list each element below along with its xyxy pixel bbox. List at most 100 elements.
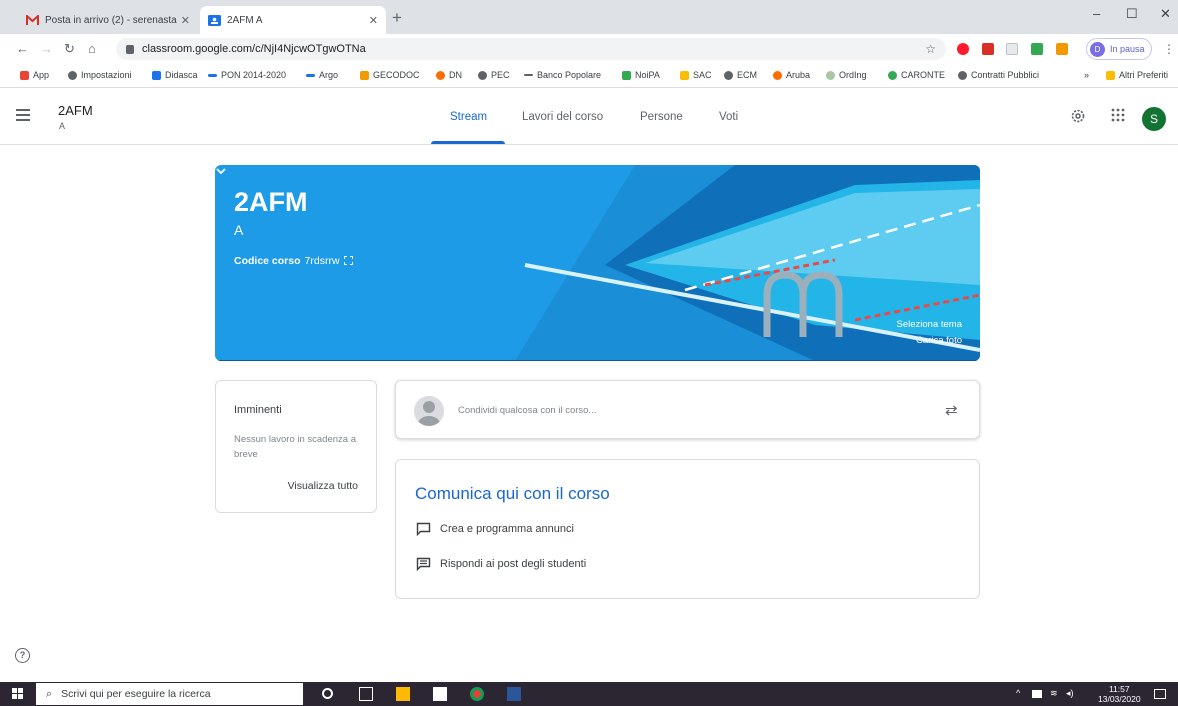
star-icon[interactable]: ☆ <box>925 42 936 56</box>
home-icon[interactable]: ⌂ <box>88 41 96 56</box>
windows-taskbar: ⌕ Scrivi qui per eseguire la ricerca ^ ≋… <box>0 682 1178 706</box>
bookmark-dn[interactable]: DN <box>436 70 462 80</box>
bookmark-impostazioni[interactable]: Impostazioni <box>68 70 132 80</box>
bookmark-banco-popolare[interactable]: Banco Popolare <box>524 70 601 80</box>
plus-icon <box>773 70 782 80</box>
banner-section: A <box>234 222 244 238</box>
cortana-icon[interactable] <box>322 688 333 699</box>
chevron-down-icon[interactable] <box>215 165 227 177</box>
extension-green-icon[interactable] <box>1031 43 1043 55</box>
course-banner: 2AFM A Codice corso 7rdsrrw Seleziona tem… <box>215 165 980 361</box>
bookmarks-bar: App Impostazioni Didasca PON 2014-2020 A… <box>0 64 1178 88</box>
taskbar-clock[interactable]: 11:57 13/03/2020 <box>1098 684 1141 704</box>
repost-icon[interactable]: ⇄ <box>945 401 958 419</box>
share-box[interactable]: Condividi qualcosa con il corso... ⇄ <box>395 380 980 439</box>
bookmark-aruba[interactable]: Aruba <box>773 70 810 80</box>
share-placeholder: Condividi qualcosa con il corso... <box>458 405 597 416</box>
bookmark-pon[interactable]: PON 2014-2020 <box>208 70 286 80</box>
minimize-button[interactable]: – <box>1093 6 1100 21</box>
hamburger-menu-icon[interactable] <box>16 109 30 124</box>
upcoming-title: Imminenti <box>234 404 282 416</box>
opera-icon[interactable] <box>957 43 969 55</box>
bookmark-gecodoc[interactable]: GECODOC <box>360 70 420 80</box>
file-explorer-icon[interactable] <box>396 687 410 701</box>
pon-icon <box>208 73 217 77</box>
globe-icon <box>724 70 733 80</box>
caronte-icon <box>888 70 897 80</box>
tab-voti[interactable]: Voti <box>719 111 738 123</box>
volume-icon[interactable]: ◂) <box>1066 688 1074 699</box>
taskbar-search[interactable]: ⌕ Scrivi qui per eseguire la ricerca <box>36 683 303 705</box>
close-tab-icon[interactable]: ✕ <box>369 14 378 27</box>
tab-title: 2AFM A <box>227 14 263 26</box>
comment-icon <box>416 557 431 571</box>
url-bar[interactable]: classroom.google.com/c/NjI4NjcwOTgwOTNa … <box>116 38 946 60</box>
task-view-icon[interactable] <box>359 687 373 701</box>
select-theme-link[interactable]: Seleziona tema <box>897 319 962 330</box>
classroom-icon <box>208 14 221 26</box>
close-window-button[interactable]: ✕ <box>1160 6 1171 22</box>
globe-icon <box>68 70 77 80</box>
word-icon[interactable] <box>507 687 521 701</box>
fullscreen-icon[interactable] <box>343 256 353 265</box>
view-all-link[interactable]: Visualizza tutto <box>288 480 358 492</box>
extension-orange-icon[interactable] <box>1056 43 1068 55</box>
tab-title: Posta in arrivo (2) - serenastagni <box>45 14 177 26</box>
back-icon[interactable]: ← <box>16 41 29 56</box>
bookmark-sac[interactable]: SAC <box>680 70 712 80</box>
bookmarks-more-button[interactable]: » <box>1084 70 1089 80</box>
forward-icon[interactable]: → <box>40 41 53 56</box>
chrome-icon[interactable] <box>470 687 484 701</box>
bookmark-altri-preferiti[interactable]: Altri Preferiti <box>1106 70 1168 80</box>
wifi-icon[interactable]: ≋ <box>1050 688 1058 699</box>
url-text: classroom.google.com/c/NjI4NjcwOTgwOTNa <box>142 43 366 55</box>
bookmark-didasca[interactable]: Didasca <box>152 70 198 80</box>
upcoming-empty-text: Nessun lavoro in scadenza a breve <box>234 434 356 460</box>
course-title[interactable]: 2AFM <box>58 103 93 118</box>
bookmark-noipa[interactable]: NoiPA <box>622 70 660 80</box>
noipa-icon <box>622 70 631 80</box>
new-tab-button[interactable]: + <box>392 8 402 28</box>
bookmark-ording[interactable]: OrdIng <box>826 70 867 80</box>
course-section: A <box>59 121 66 131</box>
bookmark-argo[interactable]: Argo <box>306 70 338 80</box>
gecodoc-icon <box>360 70 369 80</box>
search-icon: ⌕ <box>46 687 53 700</box>
banner-title: 2AFM <box>234 187 308 217</box>
user-avatar-icon <box>414 396 444 426</box>
gear-icon[interactable] <box>1069 107 1087 125</box>
tab-stream[interactable]: Stream <box>450 111 487 123</box>
active-tab-indicator <box>431 141 505 144</box>
help-icon[interactable]: ? <box>15 648 30 663</box>
windows-start-icon[interactable] <box>12 688 24 700</box>
reload-icon[interactable]: ↻ <box>64 41 75 57</box>
bookmark-caronte[interactable]: CARONTE <box>888 70 945 80</box>
taskbar-search-placeholder: Scrivi qui per eseguire la ricerca <box>61 688 211 700</box>
tray-chevron-icon[interactable]: ^ <box>1016 688 1020 698</box>
maximize-button[interactable]: ☐ <box>1126 6 1138 22</box>
table-icon <box>152 70 161 80</box>
profile-status: In pausa <box>1110 44 1145 54</box>
apps-grid-icon[interactable] <box>1110 107 1126 123</box>
close-tab-icon[interactable]: ✕ <box>181 14 190 27</box>
bookmark-pec[interactable]: PEC <box>478 70 510 80</box>
bookmark-contratti-pubblici[interactable]: Contratti Pubblici <box>958 70 1039 80</box>
tab-lavori-del-corso[interactable]: Lavori del corso <box>522 111 603 123</box>
tab-classroom[interactable]: 2AFM A ✕ <box>200 6 386 34</box>
bookmark-ecm[interactable]: ECM <box>724 70 757 80</box>
classroom-header: 2AFM A Stream Lavori del corso Persone V… <box>0 89 1178 145</box>
tab-gmail[interactable]: Posta in arrivo (2) - serenastagni ✕ <box>18 6 198 34</box>
account-avatar[interactable]: S <box>1142 107 1166 131</box>
extension-red-icon[interactable] <box>982 43 994 55</box>
upload-photo-link[interactable]: Carica foto <box>916 335 962 346</box>
tab-persone[interactable]: Persone <box>640 111 683 123</box>
battery-icon[interactable] <box>1032 690 1042 698</box>
profile-button[interactable]: D In pausa <box>1086 38 1152 60</box>
notification-icon[interactable] <box>1154 689 1166 699</box>
store-icon[interactable] <box>433 687 447 701</box>
bookmark-app[interactable]: App <box>20 70 49 80</box>
announcements-label: Crea e programma annunci <box>440 523 574 535</box>
upcoming-card: Imminenti Nessun lavoro in scadenza a br… <box>215 380 377 513</box>
extension-gray-icon[interactable] <box>1006 43 1018 55</box>
menu-icon[interactable]: ⋮ <box>1163 42 1175 56</box>
